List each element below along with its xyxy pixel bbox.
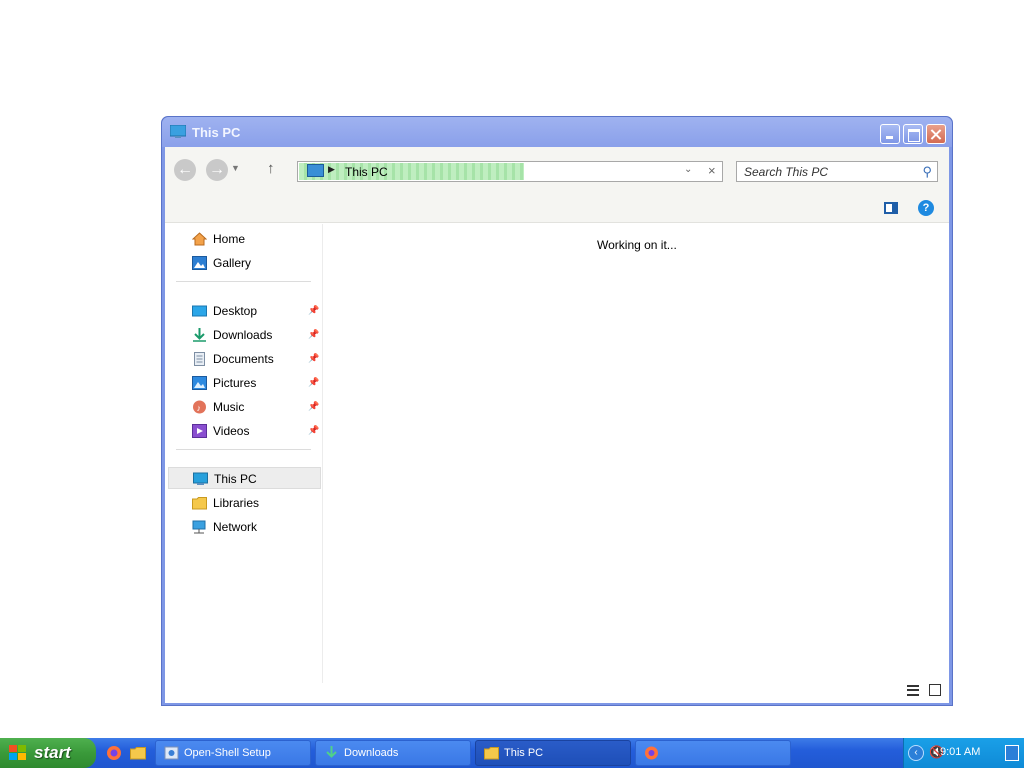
up-button[interactable]: ↑ bbox=[267, 160, 275, 177]
document-icon bbox=[194, 352, 205, 366]
help-icon: ? bbox=[922, 202, 930, 214]
chevron-down-icon[interactable]: ⌄ bbox=[684, 164, 692, 175]
sidebar-item-gallery[interactable]: Gallery bbox=[168, 252, 321, 274]
arrow-up-icon: ↑ bbox=[267, 160, 275, 177]
navigation-pane: Home Gallery Desktop 📌 Downloads 📌 Docum… bbox=[165, 224, 323, 683]
pictures-icon bbox=[192, 376, 207, 390]
videos-icon bbox=[192, 424, 207, 438]
taskbar: start Open-Shell Setup Downloads This PC… bbox=[0, 738, 1024, 768]
svg-text:♪: ♪ bbox=[197, 403, 202, 413]
sidebar-item-music[interactable]: ♪ Music 📌 bbox=[168, 396, 321, 418]
pin-icon[interactable]: 📌 bbox=[308, 377, 319, 388]
pin-icon[interactable]: 📌 bbox=[308, 305, 319, 316]
desktop: This PC ← → ▼ ↑ ▶ This PC ⌄ × Search Thi… bbox=[0, 0, 1024, 738]
taskbar-button-this-pc[interactable]: This PC bbox=[475, 740, 631, 766]
maximize-button[interactable] bbox=[903, 124, 923, 144]
address-location[interactable]: This PC bbox=[345, 165, 388, 179]
divider bbox=[176, 449, 311, 450]
gallery-icon bbox=[192, 256, 207, 270]
taskbar-button-open-shell-setup[interactable]: Open-Shell Setup bbox=[155, 740, 311, 766]
pin-icon[interactable]: 📌 bbox=[308, 425, 319, 436]
pin-icon[interactable]: 📌 bbox=[308, 401, 319, 412]
show-hidden-icons-button[interactable]: ‹ bbox=[908, 745, 924, 761]
preview-pane-button[interactable] bbox=[884, 202, 898, 214]
file-list-area[interactable]: Working on it... bbox=[324, 224, 949, 683]
title-bar[interactable]: This PC bbox=[162, 117, 952, 147]
sidebar-item-downloads[interactable]: Downloads 📌 bbox=[168, 324, 321, 346]
window-client: ← → ▼ ↑ ▶ This PC ⌄ × Search This PC ⚲ ?… bbox=[165, 147, 949, 703]
sidebar-item-network[interactable]: Network bbox=[168, 516, 321, 538]
taskbar-button-firefox[interactable] bbox=[635, 740, 791, 766]
back-button[interactable]: ← bbox=[174, 159, 196, 181]
firefox-icon[interactable] bbox=[106, 745, 122, 761]
sidebar-item-this-pc[interactable]: This PC bbox=[168, 467, 321, 489]
cancel-load-button[interactable]: × bbox=[708, 163, 716, 178]
sidebar-item-documents[interactable]: Documents 📌 bbox=[168, 348, 321, 370]
network-icon bbox=[192, 520, 206, 534]
home-icon bbox=[192, 232, 207, 246]
sidebar-item-pictures[interactable]: Pictures 📌 bbox=[168, 372, 321, 394]
search-box[interactable]: Search This PC ⚲ bbox=[736, 161, 938, 182]
computer-icon bbox=[193, 472, 208, 485]
sidebar-item-videos[interactable]: Videos 📌 bbox=[168, 420, 321, 442]
search-input[interactable]: Search This PC bbox=[744, 165, 828, 179]
recent-locations-dropdown[interactable]: ▼ bbox=[231, 163, 240, 173]
breadcrumb-chevron-icon[interactable]: ▶ bbox=[328, 164, 335, 175]
divider bbox=[176, 281, 311, 282]
network-icon[interactable] bbox=[1005, 745, 1019, 761]
taskbar-button-downloads[interactable]: Downloads bbox=[315, 740, 471, 766]
arrow-left-icon: ← bbox=[177, 161, 193, 178]
search-icon[interactable]: ⚲ bbox=[922, 164, 932, 180]
folder-icon[interactable] bbox=[130, 745, 146, 761]
large-icons-view-icon[interactable] bbox=[929, 684, 941, 696]
windows-logo-icon bbox=[9, 745, 26, 760]
minimize-button[interactable] bbox=[880, 124, 900, 144]
pin-icon[interactable]: 📌 bbox=[308, 353, 319, 364]
system-tray: ‹ 🔇 9:01 AM bbox=[903, 738, 1024, 768]
pin-icon[interactable]: 📌 bbox=[308, 329, 319, 340]
firefox-icon bbox=[645, 746, 658, 760]
loading-status: Working on it... bbox=[597, 238, 677, 252]
forward-button[interactable]: → bbox=[206, 159, 228, 181]
navigation-bar: ← → ▼ ↑ ▶ This PC ⌄ × Search This PC ⚲ bbox=[165, 147, 949, 193]
setup-icon bbox=[164, 746, 179, 760]
computer-icon bbox=[170, 125, 186, 138]
desktop-icon bbox=[192, 305, 207, 317]
download-icon bbox=[326, 746, 337, 758]
explorer-window: This PC ← → ▼ ↑ ▶ This PC ⌄ × Search Thi… bbox=[161, 116, 953, 706]
sidebar-item-libraries[interactable]: Libraries bbox=[168, 492, 321, 514]
computer-icon bbox=[307, 164, 324, 177]
folder-icon bbox=[484, 747, 499, 760]
sidebar-item-desktop[interactable]: Desktop 📌 bbox=[168, 300, 321, 322]
music-icon: ♪ bbox=[193, 400, 206, 414]
help-button[interactable]: ? bbox=[918, 200, 934, 216]
clock[interactable]: 9:01 AM bbox=[940, 746, 980, 758]
details-view-icon[interactable] bbox=[907, 685, 919, 696]
command-bar bbox=[165, 193, 949, 223]
start-button[interactable]: start bbox=[0, 738, 96, 768]
window-title: This PC bbox=[192, 125, 241, 140]
address-bar[interactable]: ▶ This PC ⌄ × bbox=[297, 161, 723, 182]
sidebar-item-home[interactable]: Home bbox=[168, 228, 321, 250]
arrow-right-icon: → bbox=[209, 161, 225, 178]
download-icon bbox=[193, 328, 206, 342]
close-button[interactable] bbox=[926, 124, 946, 144]
folder-icon bbox=[192, 497, 207, 510]
